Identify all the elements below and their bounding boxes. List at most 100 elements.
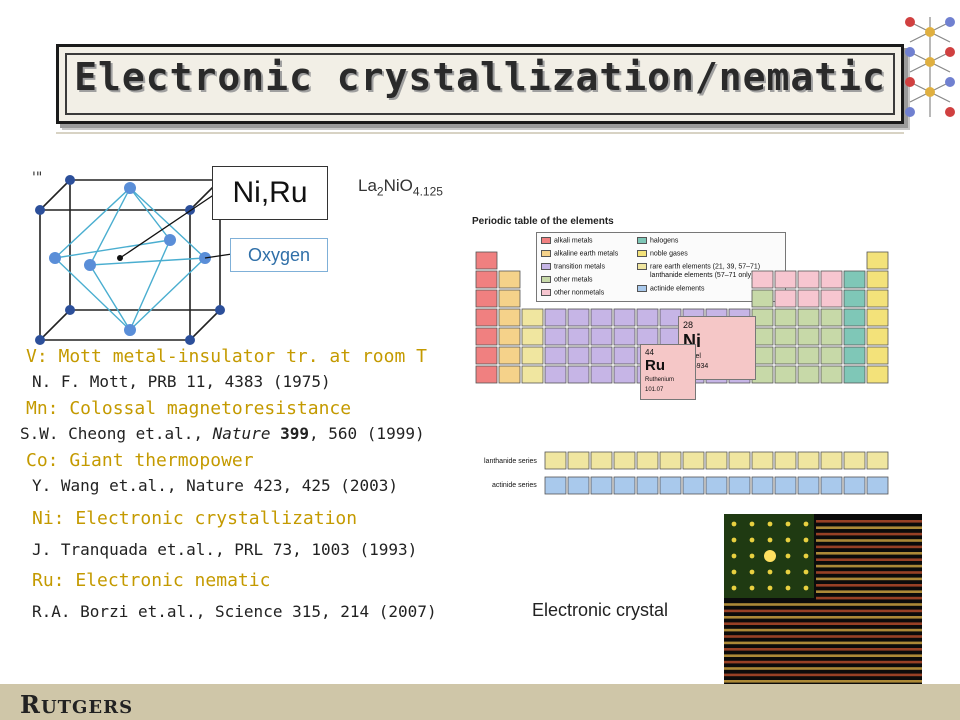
element-cell [797, 346, 820, 365]
item-heading-mn: Mn: Colossal magnetoresistance [26, 398, 352, 419]
element-cell [843, 365, 866, 384]
element-cell [774, 451, 797, 470]
element-cell [797, 365, 820, 384]
element-cell [866, 270, 889, 289]
element-cell [590, 327, 613, 346]
element-cell [866, 327, 889, 346]
element-cell [820, 308, 843, 327]
element-cell [544, 451, 567, 470]
diffraction-spot [749, 569, 755, 575]
element-cell [843, 476, 866, 495]
element-cell [843, 346, 866, 365]
diffraction-spot [803, 585, 809, 591]
element-cell [843, 327, 866, 346]
element-cell [843, 451, 866, 470]
stripe [724, 641, 922, 645]
element-cell [613, 476, 636, 495]
element-cell [475, 327, 498, 346]
stripe [816, 526, 922, 529]
element-cell [521, 308, 544, 327]
element-cell [567, 346, 590, 365]
stripe [724, 680, 922, 683]
element-cell [544, 476, 567, 495]
diffraction-spot [785, 521, 791, 527]
stripe [724, 635, 922, 638]
electronic-crystal-label: Electronic crystal [532, 600, 669, 620]
diffraction-spot [767, 569, 773, 575]
element-cell [820, 289, 843, 308]
element-cell [705, 476, 728, 495]
element-cell [567, 365, 590, 384]
element-cell [797, 289, 820, 308]
title-banner: Electronic crystallization/nematic [56, 44, 904, 124]
diffraction-spot [767, 537, 773, 543]
element-cell [866, 365, 889, 384]
item-ref-ru: R.A. Borzi et.al., Science 315, 214 (200… [32, 602, 437, 621]
element-cell [590, 476, 613, 495]
item-ref-ni: J. Tranquada et.al., PRL 73, 1003 (1993) [32, 540, 418, 559]
element-cell [866, 308, 889, 327]
diffraction-spot [731, 569, 737, 575]
stripe [816, 584, 922, 587]
diffraction-spot [803, 521, 809, 527]
element-cell [820, 270, 843, 289]
element-cell [475, 346, 498, 365]
diffraction-spot [785, 537, 791, 543]
element-cell [590, 451, 613, 470]
stripe [816, 545, 922, 549]
element-cell [498, 346, 521, 365]
title-underline [56, 132, 904, 134]
element-cell [613, 451, 636, 470]
element-cell [774, 346, 797, 365]
element-cell [820, 365, 843, 384]
element-cell [866, 251, 889, 270]
lanthanide-label: lanthanide series [484, 458, 537, 465]
element-cell [567, 476, 590, 495]
diffraction-spot [731, 585, 737, 591]
element-cell [498, 289, 521, 308]
stripe [816, 596, 922, 600]
molecule-decoration-icon [905, 17, 955, 117]
element-cell [751, 451, 774, 470]
oxygen-label: Oxygen [230, 238, 328, 272]
element-cell [498, 327, 521, 346]
element-cell [751, 270, 774, 289]
diffraction-spot [803, 537, 809, 543]
element-cell [797, 451, 820, 470]
diffraction-spot [785, 569, 791, 575]
element-cell [498, 365, 521, 384]
stripe [724, 660, 922, 664]
element-cell [636, 476, 659, 495]
stripe [816, 577, 922, 581]
element-cell [820, 346, 843, 365]
element-cell [820, 451, 843, 470]
element-cell [820, 327, 843, 346]
element-cell [590, 308, 613, 327]
diffraction-spot [767, 585, 773, 591]
stripe [816, 571, 922, 574]
diffraction-spot [749, 585, 755, 591]
compound-formula: La2NiO4.125 [358, 176, 443, 199]
element-cell [751, 289, 774, 308]
stripe [816, 539, 922, 542]
stripe [724, 616, 922, 619]
element-cell [636, 327, 659, 346]
diffraction-spot [785, 585, 791, 591]
element-cell [567, 451, 590, 470]
element-cell [613, 346, 636, 365]
stripe [816, 552, 922, 555]
element-cell [567, 308, 590, 327]
item-heading-v: V: Mott metal-insulator tr. at room T [26, 346, 427, 367]
metal-label: Ni,Ru [212, 166, 328, 220]
element-cell [774, 289, 797, 308]
element-cell [797, 308, 820, 327]
diffraction-spot [749, 537, 755, 543]
stripe [724, 622, 922, 625]
element-cell [774, 365, 797, 384]
item-ref-mn: S.W. Cheong et.al., Nature 399, 560 (199… [20, 424, 425, 443]
element-cell [475, 365, 498, 384]
element-cell [636, 308, 659, 327]
item-ref-v: N. F. Mott, PRB 11, 4383 (1975) [32, 372, 331, 391]
diffraction-spot [749, 521, 755, 527]
element-cell [590, 346, 613, 365]
